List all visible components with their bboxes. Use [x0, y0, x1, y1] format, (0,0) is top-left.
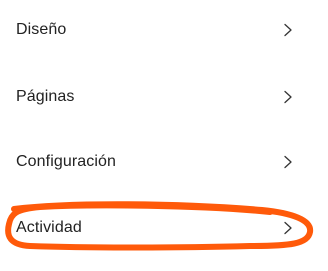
menu-item-paginas[interactable]: Páginas: [0, 77, 328, 117]
menu-item-actividad[interactable]: Actividad: [0, 208, 328, 248]
chevron-right-icon: [284, 155, 292, 169]
chevron-right-icon: [284, 90, 292, 104]
menu-item-diseno[interactable]: Diseño: [0, 10, 328, 50]
menu-item-label: Páginas: [16, 88, 75, 105]
chevron-right-icon: [284, 221, 292, 235]
menu-item-configuracion[interactable]: Configuración: [0, 142, 328, 182]
menu-item-label: Configuración: [16, 153, 117, 170]
menu-item-label: Diseño: [16, 21, 67, 38]
menu-item-label: Actividad: [16, 219, 82, 236]
chevron-right-icon: [284, 23, 292, 37]
settings-menu: Diseño Páginas Configuración Actividad: [0, 0, 328, 271]
